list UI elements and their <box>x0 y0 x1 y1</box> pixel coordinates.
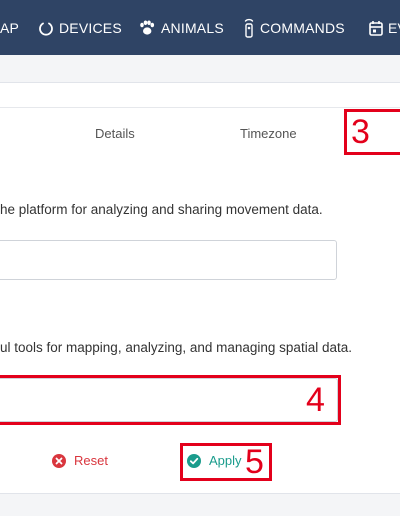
annotation-box-4 <box>0 375 341 425</box>
nav-item-events[interactable]: EV <box>369 0 400 55</box>
nav-item-devices[interactable]: DEVICES <box>38 0 122 55</box>
platform-input[interactable] <box>0 240 337 280</box>
power-icon <box>39 22 53 36</box>
tab-details[interactable]: Details <box>95 126 135 141</box>
reset-button[interactable]: Reset <box>52 453 108 468</box>
nav-item-commands[interactable]: COMMANDS <box>243 0 345 55</box>
tabs-divider <box>0 107 400 108</box>
reset-icon <box>52 453 66 468</box>
annotation-number-4: 4 <box>306 381 325 419</box>
nav-item-animals[interactable]: ANIMALS <box>138 0 224 55</box>
calendar-icon <box>369 20 383 36</box>
settings-card <box>0 82 400 494</box>
annotation-number-3: 3 <box>351 113 370 151</box>
annotation-number-5: 5 <box>245 443 264 481</box>
nav-item-label: EV <box>388 19 400 36</box>
paw-icon <box>140 20 155 35</box>
nav-item-map[interactable]: AP <box>0 0 19 55</box>
nav-item-label: AP <box>0 19 20 36</box>
remote-icon <box>244 18 254 38</box>
gis-description: ul tools for mapping, analyzing, and man… <box>0 340 352 355</box>
nav-item-label: ANIMALS <box>161 19 224 36</box>
reset-label: Reset <box>74 453 108 468</box>
tab-timezone[interactable]: Timezone <box>240 126 297 141</box>
nav-item-label: DEVICES <box>59 19 122 36</box>
top-navbar: AP DEVICES ANIMALS COMMANDS E <box>0 0 400 55</box>
platform-description: he platform for analyzing and sharing mo… <box>0 202 323 217</box>
nav-item-label: COMMANDS <box>260 19 345 36</box>
